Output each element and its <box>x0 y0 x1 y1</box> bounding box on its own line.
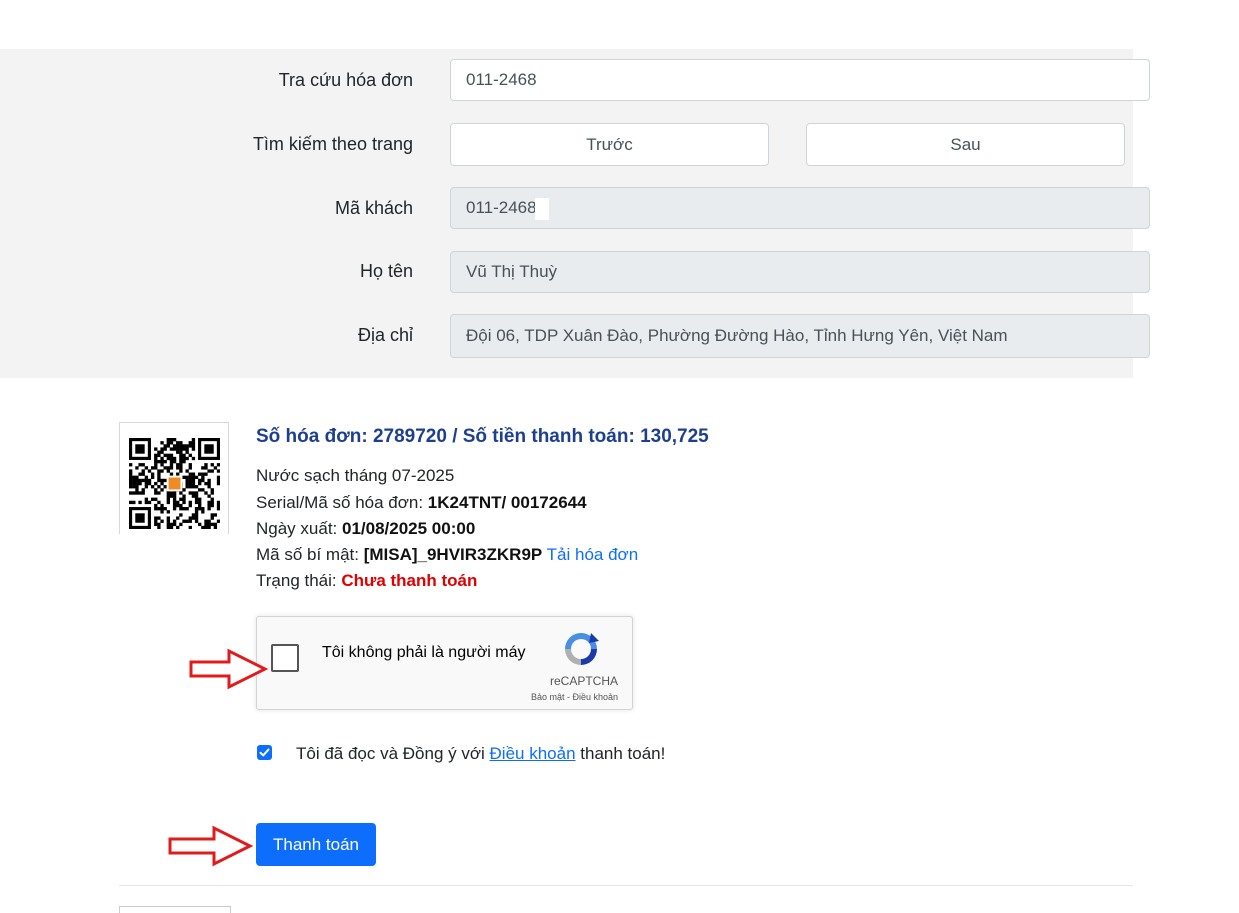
red-arrow-icon <box>189 648 269 690</box>
invoice-description: Nước sạch tháng 07-2025 <box>256 466 455 485</box>
secret-value: [MISA]_9HVIR3ZKR9P <box>363 545 543 564</box>
address-label: Địa chỉ <box>357 325 413 345</box>
status-label: Trạng thái: <box>256 571 342 590</box>
agree-terms-checkbox[interactable] <box>257 745 272 760</box>
next-invoice-qr-frame <box>119 906 231 913</box>
red-arrow-icon <box>168 825 254 867</box>
customer-name-field: Vũ Thị Thuỳ <box>450 251 1150 293</box>
customer-name-label: Họ tên <box>359 261 413 281</box>
invoice-lookup-input[interactable]: 011-2468 <box>450 59 1150 101</box>
serial-label: Serial/Mã số hóa đơn: <box>256 493 428 512</box>
recaptcha-brand: reCAPTCHA <box>549 674 618 688</box>
customer-name-value: Vũ Thị Thuỳ <box>466 262 558 281</box>
qr-code-icon <box>129 438 220 529</box>
customer-code-label: Mã khách <box>334 198 413 218</box>
date-value: 01/08/2025 00:00 <box>342 519 476 538</box>
previous-page-button[interactable]: Trước <box>450 123 769 166</box>
agree-terms-text: Tôi đã đọc và Đồng ý với Điều khoản than… <box>296 744 665 764</box>
recaptcha-logo-icon <box>565 633 599 665</box>
download-invoice-link[interactable]: Tải hóa đơn <box>547 545 638 564</box>
recaptcha-widget: Tôi không phải là người máy reCAPTCHA Bả… <box>256 616 633 710</box>
invoice-serial: Serial/Mã số hóa đơn: 1K24TNT/ 00172644 <box>256 493 587 513</box>
paging-label: Tìm kiếm theo trang <box>252 134 413 154</box>
invoice-date: Ngày xuất: 01/08/2025 00:00 <box>256 519 475 539</box>
agree-prefix: Tôi đã đọc và Đồng ý với <box>296 744 490 763</box>
recaptcha-privacy-terms-link[interactable]: Bảo mật - Điều khoản <box>531 692 618 702</box>
invoice-title: Số hóa đơn: 2789720 / Số tiền thanh toán… <box>256 426 709 447</box>
invoice-secret-code: Mã số bí mật: [MISA]_9HVIR3ZKR9P Tải hóa… <box>256 545 638 565</box>
secret-label: Mã số bí mật: <box>256 545 364 564</box>
customer-code-value: 011-2468 <box>466 198 537 217</box>
redaction-mask <box>534 197 549 220</box>
lookup-label: Tra cứu hóa đơn <box>278 70 413 90</box>
invoice-qr-code <box>119 422 229 534</box>
address-field: Đội 06, TDP Xuân Đào, Phường Đường Hào, … <box>450 314 1150 358</box>
terms-link[interactable]: Điều khoản <box>490 744 576 763</box>
pay-button[interactable]: Thanh toán <box>256 823 376 866</box>
date-label: Ngày xuất: <box>256 519 342 538</box>
recaptcha-label: Tôi không phải là người máy <box>322 644 526 661</box>
agree-suffix: thanh toán! <box>575 744 666 763</box>
invoice-status: Trạng thái: Chưa thanh toán <box>256 571 477 591</box>
customer-code-field: 011-2468 <box>450 187 1150 229</box>
status-badge: Chưa thanh toán <box>341 571 478 590</box>
divider <box>119 885 1133 886</box>
serial-value: 1K24TNT/ 00172644 <box>427 493 587 512</box>
check-icon <box>259 748 270 757</box>
recaptcha-checkbox[interactable] <box>271 644 299 672</box>
next-page-button[interactable]: Sau <box>806 123 1125 166</box>
